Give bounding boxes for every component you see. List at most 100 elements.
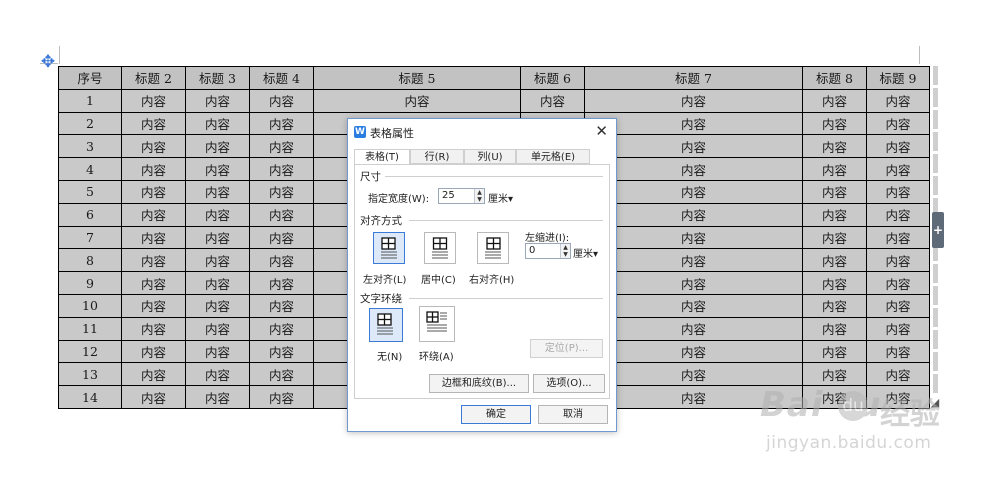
close-icon[interactable]: ✕: [595, 122, 608, 140]
table-cell[interactable]: 14: [58, 385, 122, 409]
table-cell[interactable]: 内容: [121, 271, 186, 295]
table-header-cell[interactable]: 序号: [58, 66, 122, 90]
table-cell[interactable]: 内容: [185, 88, 250, 113]
table-cell[interactable]: 内容: [584, 248, 803, 273]
table-cell[interactable]: 内容: [802, 111, 867, 136]
tab-row[interactable]: 行(R): [410, 149, 464, 164]
table-cell[interactable]: 内容: [249, 202, 314, 227]
table-cell[interactable]: 内容: [866, 134, 930, 159]
table-header-cell[interactable]: 标题 3: [185, 66, 250, 90]
table-row[interactable]: 1 内容 内容 内容 内容 内容 内容 内容 内容: [58, 88, 930, 113]
table-cell[interactable]: 内容: [249, 271, 314, 295]
spinner-arrows-icon[interactable]: ▲ ▼: [560, 244, 570, 258]
table-cell[interactable]: 内容: [866, 111, 930, 136]
table-cell[interactable]: 内容: [866, 88, 930, 113]
table-cell[interactable]: 内容: [802, 271, 867, 295]
table-header-cell[interactable]: 标题 2: [121, 66, 186, 90]
table-cell[interactable]: 11: [58, 316, 122, 341]
table-move-handle-icon[interactable]: ✥: [38, 52, 58, 72]
table-cell[interactable]: 内容: [249, 293, 314, 318]
table-cell[interactable]: 内容: [584, 225, 803, 250]
tab-column[interactable]: 列(U): [464, 149, 516, 164]
table-cell[interactable]: 内容: [584, 202, 803, 227]
table-cell[interactable]: 内容: [185, 157, 250, 181]
table-cell[interactable]: 内容: [802, 339, 867, 364]
table-cell[interactable]: 内容: [802, 248, 867, 273]
table-cell[interactable]: 内容: [802, 316, 867, 341]
add-column-icon[interactable]: +: [932, 212, 944, 248]
table-cell[interactable]: 内容: [802, 362, 867, 387]
table-cell[interactable]: 内容: [249, 111, 314, 136]
tab-cell[interactable]: 单元格(E): [516, 149, 590, 164]
table-cell[interactable]: 内容: [584, 157, 803, 181]
table-cell[interactable]: 内容: [185, 293, 250, 318]
spinner-arrows-icon[interactable]: ▲ ▼: [474, 189, 484, 203]
table-cell[interactable]: 内容: [185, 179, 250, 204]
table-cell[interactable]: 内容: [584, 316, 803, 341]
table-cell[interactable]: 10: [58, 293, 122, 318]
table-cell[interactable]: 内容: [121, 88, 186, 113]
table-cell[interactable]: 内容: [802, 134, 867, 159]
table-cell[interactable]: 内容: [185, 385, 250, 409]
table-header-cell[interactable]: 标题 5: [313, 66, 521, 90]
table-header-cell[interactable]: 标题 6: [520, 66, 585, 90]
options-button[interactable]: 选项(O)...: [533, 374, 605, 393]
table-cell[interactable]: 内容: [121, 111, 186, 136]
table-cell[interactable]: 内容: [121, 248, 186, 273]
table-cell[interactable]: 内容: [121, 202, 186, 227]
table-cell[interactable]: 内容: [802, 179, 867, 204]
table-cell[interactable]: 内容: [866, 316, 930, 341]
table-cell[interactable]: 内容: [121, 134, 186, 159]
table-cell[interactable]: 12: [58, 339, 122, 364]
table-cell[interactable]: 内容: [185, 248, 250, 273]
table-cell[interactable]: 内容: [249, 225, 314, 250]
table-cell[interactable]: 内容: [121, 225, 186, 250]
table-cell[interactable]: 内容: [249, 339, 314, 364]
wrap-around-button[interactable]: [419, 306, 455, 342]
table-cell[interactable]: 内容: [249, 88, 314, 113]
indent-unit-select[interactable]: 厘米▾: [573, 245, 598, 260]
tab-table[interactable]: 表格(T): [354, 149, 410, 165]
align-center-button[interactable]: [424, 232, 456, 264]
table-cell[interactable]: 内容: [584, 134, 803, 159]
table-header-row[interactable]: 序号 标题 2 标题 3 标题 4 标题 5 标题 6 标题 7 标题 8 标题 9: [58, 66, 930, 90]
table-cell[interactable]: 内容: [121, 179, 186, 204]
dialog-titlebar[interactable]: W 表格属性 ✕: [348, 119, 616, 145]
table-cell[interactable]: 内容: [185, 134, 250, 159]
table-cell[interactable]: 内容: [866, 271, 930, 295]
align-left-button[interactable]: [373, 232, 405, 264]
table-cell[interactable]: 内容: [185, 271, 250, 295]
table-cell[interactable]: 内容: [185, 111, 250, 136]
indent-input[interactable]: 0 ▲ ▼: [525, 243, 571, 259]
table-cell[interactable]: 内容: [866, 157, 930, 181]
table-cell[interactable]: 内容: [249, 134, 314, 159]
table-header-cell[interactable]: 标题 4: [249, 66, 314, 90]
table-header-cell[interactable]: 标题 9: [866, 66, 930, 90]
table-cell[interactable]: 6: [58, 202, 122, 227]
table-cell[interactable]: 内容: [185, 339, 250, 364]
align-right-button[interactable]: [477, 232, 509, 264]
table-cell[interactable]: 内容: [866, 225, 930, 250]
table-properties-dialog[interactable]: W 表格属性 ✕ 表格(T) 行(R) 列(U) 单元格(E) 尺寸 指定宽度(…: [347, 118, 617, 432]
table-cell[interactable]: 4: [58, 157, 122, 181]
table-cell[interactable]: 内容: [121, 157, 186, 181]
table-cell[interactable]: 13: [58, 362, 122, 387]
table-cell[interactable]: 内容: [866, 362, 930, 387]
table-cell[interactable]: 5: [58, 179, 122, 204]
table-cell[interactable]: 内容: [866, 248, 930, 273]
table-cell[interactable]: 7: [58, 225, 122, 250]
table-cell[interactable]: 内容: [121, 385, 186, 409]
table-cell[interactable]: 内容: [584, 179, 803, 204]
table-cell[interactable]: 内容: [584, 111, 803, 136]
width-unit-select[interactable]: 厘米▾: [488, 190, 513, 205]
table-cell[interactable]: 内容: [584, 362, 803, 387]
table-cell[interactable]: 内容: [185, 362, 250, 387]
table-cell[interactable]: 9: [58, 271, 122, 295]
cancel-button[interactable]: 取消: [538, 405, 608, 424]
table-cell[interactable]: 内容: [866, 202, 930, 227]
table-cell[interactable]: 2: [58, 111, 122, 136]
width-input[interactable]: 25 ▲ ▼: [438, 188, 485, 204]
table-cell[interactable]: 内容: [121, 339, 186, 364]
table-cell[interactable]: 3: [58, 134, 122, 159]
table-cell[interactable]: 内容: [185, 225, 250, 250]
